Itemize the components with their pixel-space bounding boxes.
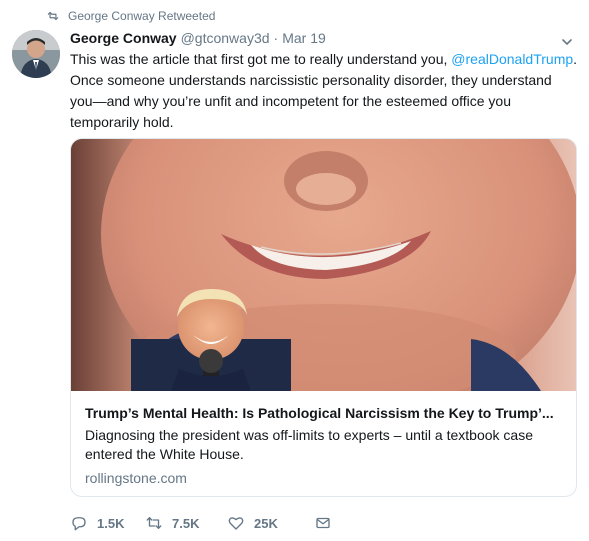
retweet-count: 7.5K [172,515,200,531]
heart-icon [228,517,244,530]
like-count: 25K [254,515,278,531]
mail-icon [316,517,330,529]
reply-button[interactable]: 1.5K [70,514,145,532]
avatar[interactable] [12,30,60,78]
reply-icon [72,517,86,531]
author-name[interactable]: George Conway [70,30,177,46]
retweet-context-label: George Conway Retweeted [68,9,216,23]
tweet-date[interactable]: Mar 19 [282,30,326,46]
like-button[interactable]: 25K [227,514,314,532]
author-handle[interactable]: @gtconway3d [181,30,270,46]
retweet-context: George Conway Retweeted [46,8,215,24]
card-title[interactable]: Trump’s Mental Health: Is Pathological N… [85,403,563,423]
retweet-icon [146,517,162,529]
retweet-button[interactable]: 7.5K [145,514,227,532]
tweet-header: George Conway @gtconway3d · Mar 19 [70,30,577,50]
tweet[interactable]: George Conway Retweeted George Conway @g… [0,0,589,541]
reply-count: 1.5K [97,515,125,531]
dm-button[interactable] [314,514,332,532]
card-description: Diagnosing the president was off-limits … [85,427,533,462]
chevron-down-icon[interactable] [559,34,575,50]
mention-link[interactable]: @realDonaldTrump [451,51,573,67]
card-domain: rollingstone.com [85,470,187,486]
card-body[interactable]: Trump’s Mental Health: Is Pathological N… [71,391,576,496]
tweet-text-part1: This was the article that first got me t… [70,51,452,67]
tweet-actions: 1.5K 7.5K 25K [70,512,370,534]
retweet-icon [47,11,59,21]
link-card[interactable]: Trump’s Mental Health: Is Pathological N… [70,138,577,497]
card-image[interactable] [71,139,576,424]
separator-dot: · [273,30,279,46]
tweet-text: This was the article that first got me t… [70,49,578,133]
